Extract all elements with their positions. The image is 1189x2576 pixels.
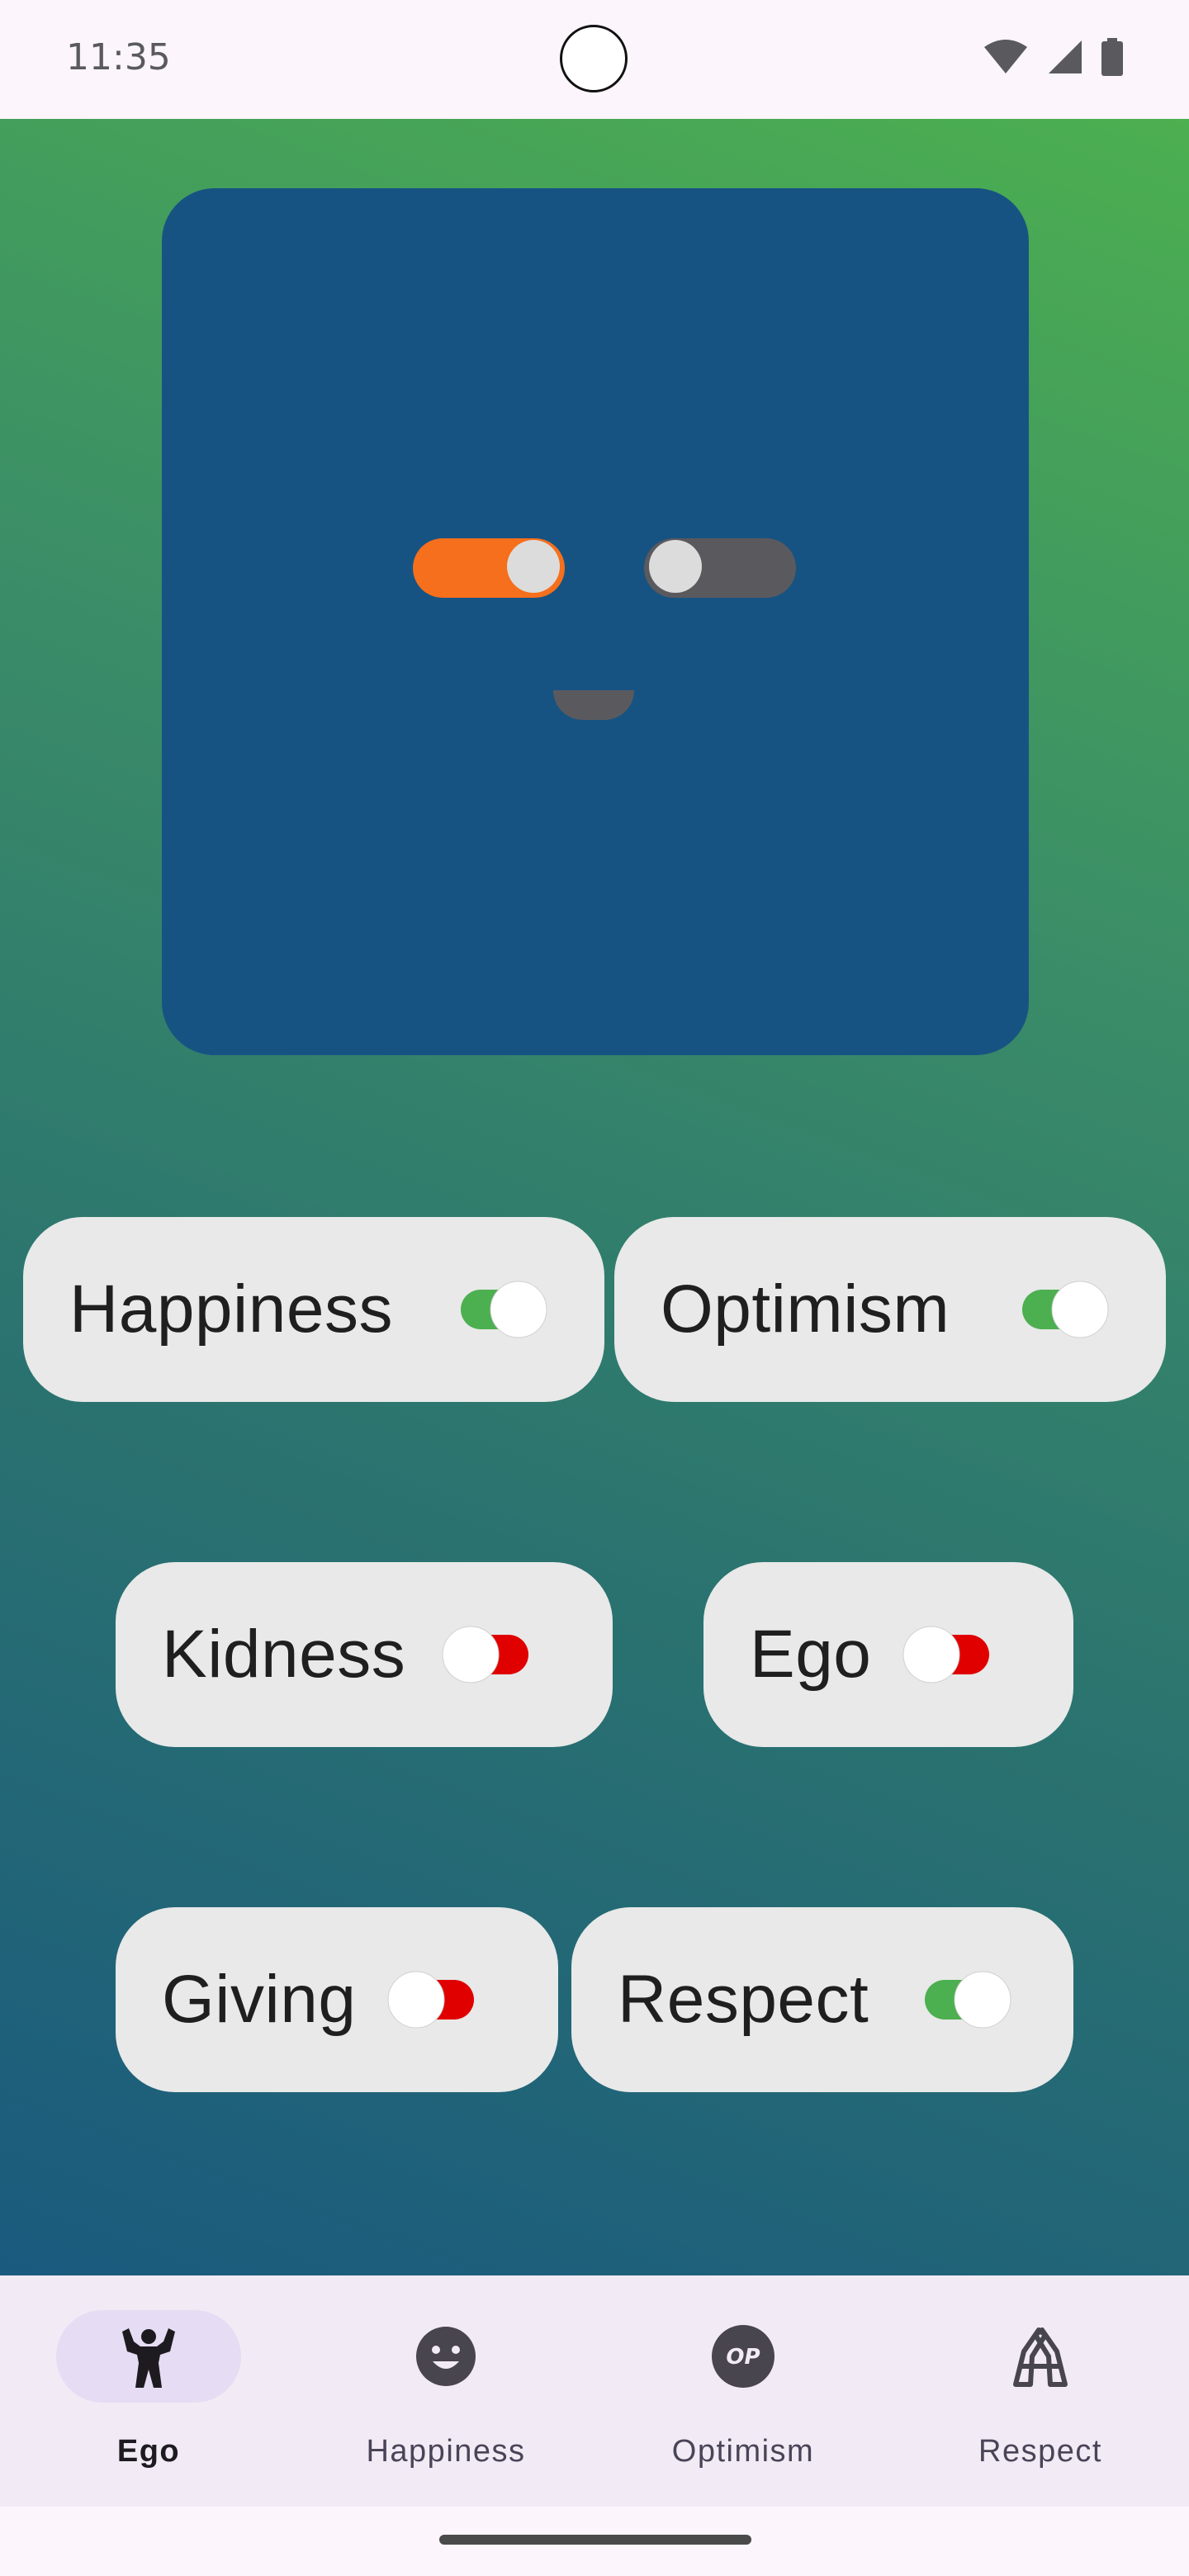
gesture-handle[interactable] [439, 2535, 751, 2545]
trait-label: Happiness [69, 1271, 393, 1347]
wifi-icon [984, 40, 1027, 73]
op-badge-icon: OP [712, 2325, 775, 2388]
trait-card-giving: Giving [116, 1907, 558, 2092]
nav-label: Happiness [366, 2434, 526, 2469]
trait-card-ego: Ego [703, 1562, 1073, 1747]
status-time: 11:35 [66, 36, 171, 78]
left-eye-toggle [413, 538, 565, 598]
face-display [162, 188, 1029, 1055]
trait-card-happiness: Happiness [23, 1217, 604, 1402]
main-content: Happiness Optimism Kidness Ego Giving Re… [0, 119, 1189, 2275]
giving-switch[interactable] [378, 1968, 484, 2031]
optimism-switch[interactable] [1012, 1278, 1118, 1341]
flexing-person-icon [122, 2328, 175, 2388]
nav-label: Ego [116, 2434, 181, 2469]
trait-label: Giving [162, 1962, 357, 2037]
smiley-face-icon [416, 2327, 476, 2386]
mouth [553, 690, 634, 720]
happiness-switch[interactable] [451, 1278, 557, 1341]
status-bar: 11:35 [0, 0, 1189, 119]
trait-card-respect: Respect [571, 1907, 1073, 2092]
battery-icon [1101, 38, 1123, 76]
nav-item-optimism[interactable]: OP Optimism [594, 2275, 892, 2507]
nav-item-respect[interactable]: Respect [892, 2275, 1189, 2507]
nav-item-ego[interactable]: Ego [0, 2275, 297, 2507]
respect-switch[interactable] [915, 1968, 1021, 2031]
right-eye-toggle [644, 538, 796, 598]
trait-label: Optimism [661, 1271, 950, 1347]
trait-card-kidness: Kidness [116, 1562, 613, 1747]
gesture-area [0, 2507, 1189, 2576]
handshake-icon [1013, 2327, 1068, 2387]
nav-label: Optimism [671, 2434, 815, 2469]
trait-label: Respect [618, 1962, 869, 2037]
svg-text:OP: OP [726, 2345, 760, 2370]
trait-card-optimism: Optimism [614, 1217, 1166, 1402]
status-icons [983, 38, 1123, 76]
trait-label: Kidness [162, 1617, 406, 1692]
kidness-switch[interactable] [433, 1623, 538, 1686]
trait-label: Ego [750, 1617, 872, 1692]
bottom-navigation: Ego Happiness OP Optimism Respect [0, 2275, 1189, 2507]
nav-item-happiness[interactable]: Happiness [297, 2275, 594, 2507]
camera-cutout [560, 25, 628, 92]
cell-signal-icon [1049, 40, 1082, 73]
nav-label: Respect [978, 2434, 1102, 2469]
ego-switch[interactable] [893, 1623, 999, 1686]
